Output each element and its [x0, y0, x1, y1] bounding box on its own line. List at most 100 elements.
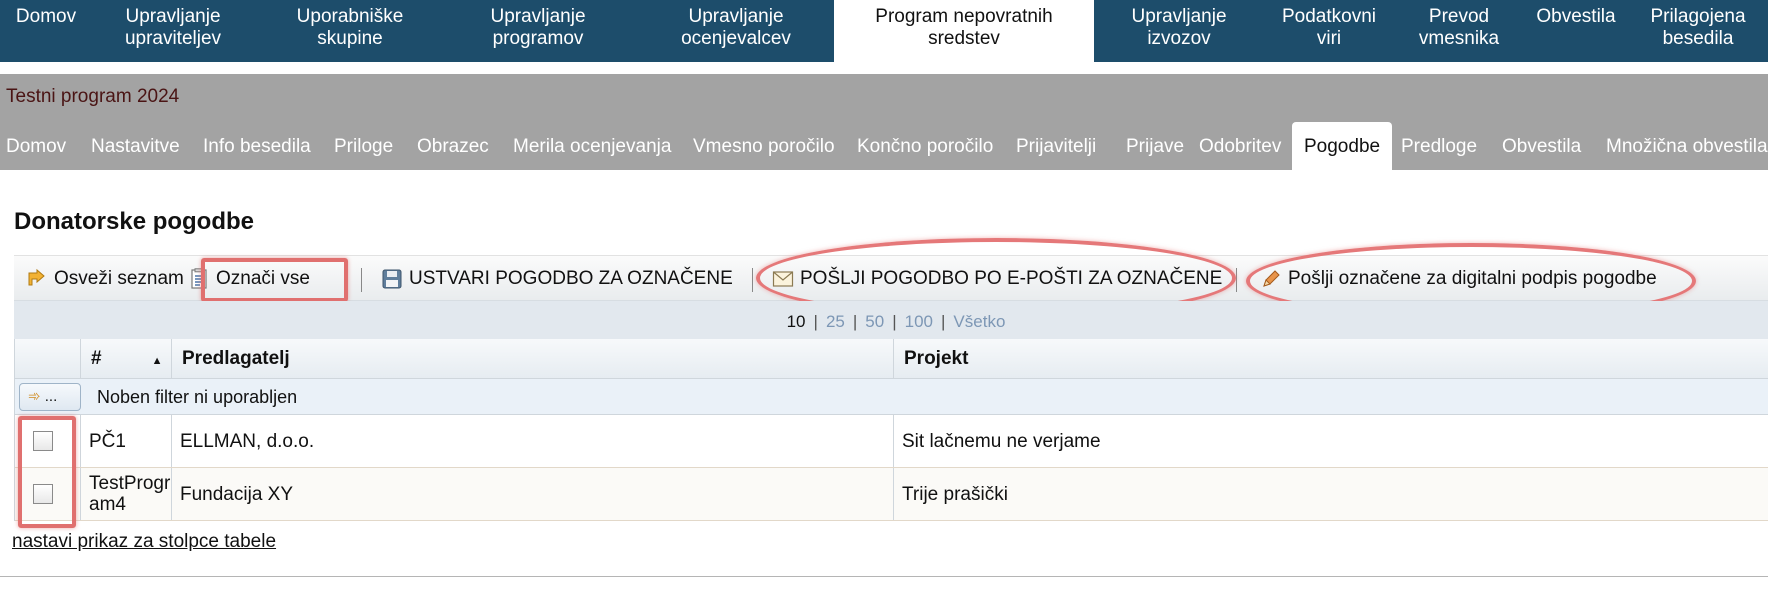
- table-row[interactable]: TestProgr am4 Fundacija XY Trije prašičk…: [15, 468, 1768, 521]
- pager-divider: |: [941, 312, 946, 331]
- nav-item-podatkovni-viri[interactable]: Podatkovni viri: [1270, 0, 1388, 62]
- table-row[interactable]: PČ1 ELLMAN, d.o.o. Sit lačnemu ne verjam…: [15, 415, 1768, 468]
- refresh-arrow-icon: [26, 268, 48, 290]
- column-header-select: [15, 339, 81, 378]
- email-contract-label: POŠLJI POGODBO PO E-POŠTI ZA OZNAČENE: [800, 268, 1223, 289]
- tab-vmesno-porocilo[interactable]: Vmesno poročilo: [681, 122, 847, 170]
- cell-number: PČ1: [81, 415, 172, 467]
- filter-row: ➾ ... Noben filter ni uporabljen: [15, 379, 1768, 415]
- nav-label: Program nepovratnih: [875, 6, 1053, 27]
- nav-label: Podatkovni: [1281, 6, 1376, 27]
- nav-label: Upravljanje: [1131, 6, 1227, 27]
- tab-predloge[interactable]: Predloge: [1389, 122, 1489, 170]
- create-contract-button[interactable]: USTVARI POGODBO ZA OZNAČENE: [381, 256, 733, 302]
- cell-number: TestProgr am4: [81, 468, 172, 520]
- nav-item-prevod-vmesnika[interactable]: Prevod vmesnika: [1404, 0, 1514, 62]
- nav-label: Upravljanje: [490, 6, 586, 27]
- program-tabs: Domov Nastavitve Info besedila Priloge O…: [0, 122, 1768, 172]
- row-checkbox[interactable]: [33, 484, 53, 504]
- email-contract-button[interactable]: POŠLJI POGODBO PO E-POŠTI ZA OZNAČENE: [772, 256, 1222, 302]
- nav-label: Upravljanje: [125, 6, 221, 27]
- column-header-number-label: #: [91, 348, 102, 369]
- main-navigation: Domov Upravljanje upraviteljev Uporabniš…: [0, 0, 1768, 64]
- pen-icon: [1260, 268, 1282, 290]
- nav-label: skupine: [317, 28, 383, 49]
- nav-label: ocenjevalcev: [681, 28, 791, 49]
- tab-prijavitelji[interactable]: Prijavitelji: [1004, 122, 1108, 170]
- page-size-10[interactable]: 10: [787, 312, 806, 331]
- envelope-icon: [772, 270, 794, 288]
- program-title: Testni program 2024: [6, 86, 180, 107]
- select-all-label: Označi vse: [216, 268, 310, 289]
- cell-project: Trije prašički: [902, 483, 1008, 505]
- nav-label: besedila: [1662, 28, 1734, 49]
- digital-signature-button[interactable]: Pošlji označene za digitalni podpis pogo…: [1260, 256, 1657, 302]
- nav-label: programov: [492, 28, 584, 49]
- column-header-project[interactable]: Projekt: [894, 339, 1768, 378]
- cell-number-line: am4: [89, 494, 126, 515]
- nav-label: Domov: [15, 6, 77, 27]
- floppy-disk-icon: [381, 268, 403, 290]
- column-header-number[interactable]: # ▲: [81, 339, 172, 378]
- page-bottom-divider: [0, 576, 1768, 577]
- tab-pogodbe[interactable]: Pogodbe: [1292, 122, 1393, 172]
- toolbar-separator: [361, 268, 362, 292]
- nav-item-upravljanje-programov[interactable]: Upravljanje programov: [470, 0, 606, 62]
- refresh-list-button[interactable]: Osveži seznam: [26, 256, 184, 302]
- select-all-button[interactable]: Označi vse: [190, 256, 310, 302]
- page-size-50[interactable]: 50: [865, 312, 884, 331]
- create-contract-label: USTVARI POGODBO ZA OZNAČENE: [409, 268, 733, 289]
- tab-nastavitve[interactable]: Nastavitve: [79, 122, 192, 170]
- tab-obvestila[interactable]: Obvestila: [1490, 122, 1593, 170]
- nav-item-uporabniske-skupine[interactable]: Uporabniške skupine: [282, 0, 418, 62]
- tab-koncno-porocilo[interactable]: Končno poročilo: [845, 122, 1005, 170]
- page-size-25[interactable]: 25: [826, 312, 845, 331]
- filter-button-label: ...: [44, 388, 58, 405]
- refresh-list-label: Osveži seznam: [54, 268, 184, 289]
- nav-label: izvozov: [1147, 28, 1211, 49]
- nav-item-prilagojena-besedila[interactable]: Prilagojena besedila: [1636, 0, 1760, 62]
- tab-domov[interactable]: Domov: [0, 122, 78, 170]
- tab-obrazec[interactable]: Obrazec: [405, 122, 501, 170]
- digital-signature-label: Pošlji označene za digitalni podpis pogo…: [1288, 268, 1657, 289]
- page-size-all[interactable]: Všetko: [953, 312, 1005, 331]
- cell-project: Sit lačnemu ne verjame: [902, 430, 1101, 452]
- document-list-icon: [190, 268, 210, 290]
- nav-item-program-nepovratnih-sredstev[interactable]: Program nepovratnih sredstev: [834, 0, 1094, 64]
- nav-label: Upravljanje: [688, 6, 784, 27]
- pager-divider: |: [813, 312, 818, 331]
- tab-prijave[interactable]: Prijave: [1114, 122, 1196, 170]
- nav-item-obvestila[interactable]: Obvestila: [1530, 0, 1622, 62]
- nav-label: upraviteljev: [124, 28, 222, 49]
- nav-label: viri: [1316, 28, 1342, 49]
- row-checkbox[interactable]: [33, 431, 53, 451]
- contracts-table: # ▲ Predlagatelj Projekt ➾ ... Noben filt…: [14, 339, 1768, 521]
- row-select-cell: [15, 468, 81, 520]
- page-size-selector: 10 | 25 | 50 | 100 | Všetko: [14, 301, 1768, 339]
- filter-button[interactable]: ➾ ...: [19, 383, 81, 411]
- nav-item-upravljanje-upraviteljev[interactable]: Upravljanje upraviteljev: [108, 0, 238, 62]
- tab-info-besedila[interactable]: Info besedila: [191, 122, 323, 170]
- column-header-proposer[interactable]: Predlagatelj: [172, 339, 894, 378]
- tab-odobritev[interactable]: Odobritev: [1187, 122, 1293, 170]
- nav-item-upravljanje-ocenjevalcev[interactable]: Upravljanje ocenjevalcev: [668, 0, 804, 62]
- pager-divider: |: [892, 312, 897, 331]
- filter-arrow-icon: ➾: [28, 388, 41, 405]
- toolbar-separator: [1236, 268, 1237, 292]
- column-settings-link[interactable]: nastavi prikaz za stolpce tabele: [12, 531, 276, 553]
- nav-item-domov[interactable]: Domov: [0, 0, 92, 62]
- tab-mnozicna-obvestila[interactable]: Množična obvestila: [1594, 122, 1768, 170]
- nav-label: sredstev: [928, 28, 1000, 49]
- tab-merila-ocenjevanja[interactable]: Merila ocenjevanja: [501, 122, 683, 170]
- page-size-100[interactable]: 100: [905, 312, 933, 331]
- nav-label: Prilagojena: [1650, 6, 1746, 27]
- cell-proposer: ELLMAN, d.o.o.: [172, 415, 894, 467]
- nav-label: vmesnika: [1418, 28, 1500, 49]
- table-header: # ▲ Predlagatelj Projekt: [15, 339, 1768, 379]
- sort-ascending-icon: ▲: [151, 355, 163, 367]
- program-header: Testni program 2024 Domov Nastavitve Inf…: [0, 74, 1768, 172]
- grid-toolbar: Osveži seznam Označi vse USTVARI POGODBO…: [14, 255, 1768, 301]
- nav-item-upravljanje-izvozov[interactable]: Upravljanje izvozov: [1112, 0, 1246, 62]
- cell-proposer: Fundacija XY: [172, 468, 894, 520]
- tab-priloge[interactable]: Priloge: [322, 122, 405, 170]
